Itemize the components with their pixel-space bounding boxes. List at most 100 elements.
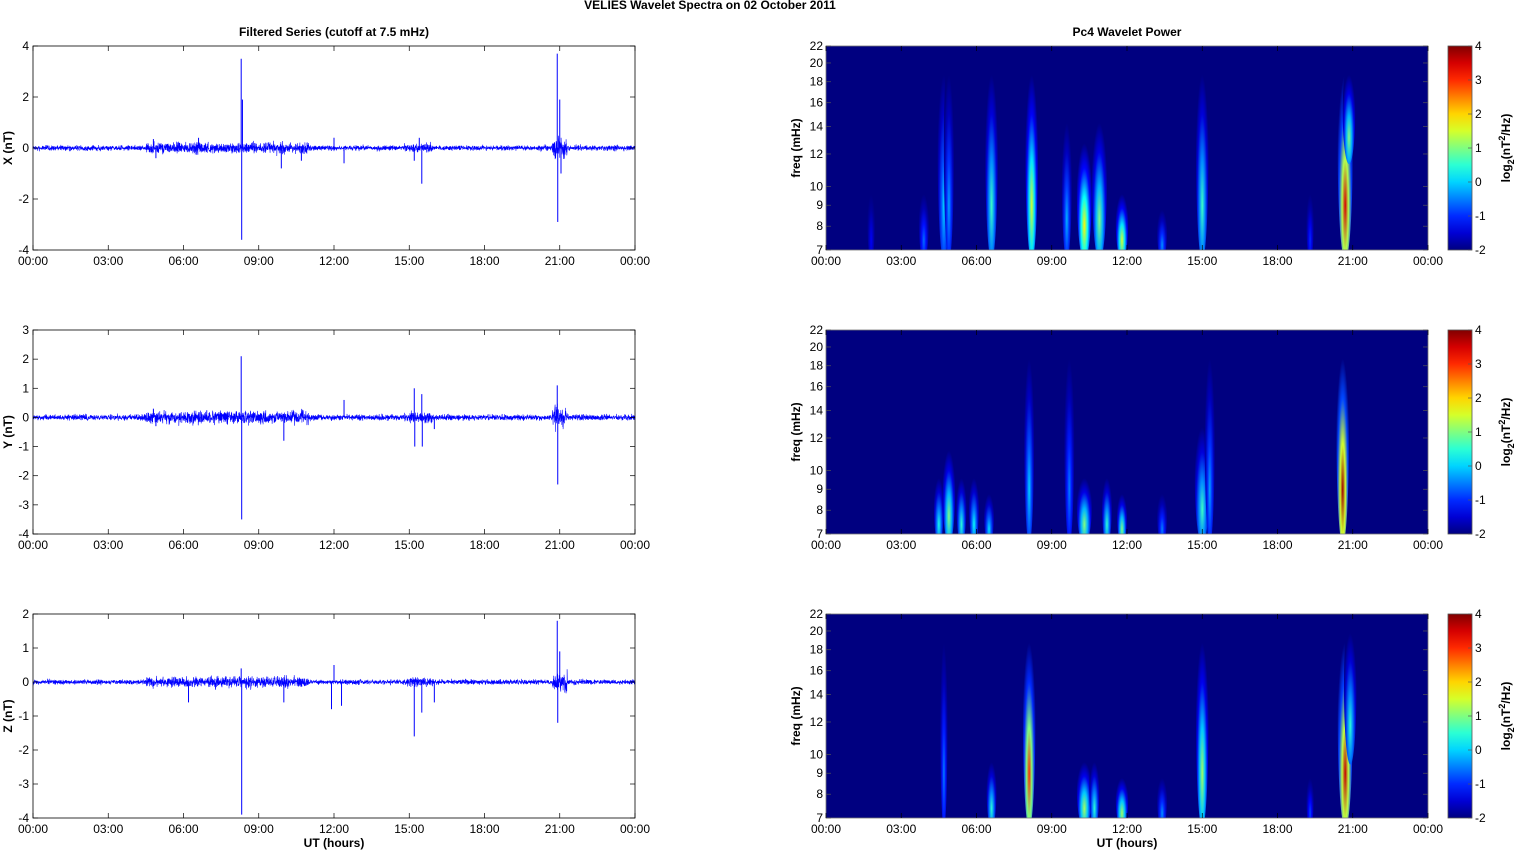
wavelet-streak [1101,466,1112,534]
colorbar-tick-label: -1 [1475,209,1486,223]
freq-tick-label: 16 [810,664,824,678]
wavelet-streak [984,485,995,534]
wavelet-streak [942,433,956,534]
colorbar-tick-label: 0 [1475,743,1482,757]
x-tick-label: 00:00 [811,538,841,552]
x-tick-label: 03:00 [93,538,123,552]
colorbar-label: log2(nT2/Hz) [1497,682,1515,751]
x-tick-label: 06:00 [961,538,991,552]
x-tick-label: 06:00 [168,822,198,836]
freq-tick-label: 18 [810,359,824,373]
colorbar-tick-label: 1 [1475,141,1482,155]
wavelet-streak [1342,58,1356,164]
freq-axis-label: freq (mHz) [789,402,803,461]
freq-tick-label: 12 [810,715,824,729]
wavelet-streak [1195,614,1209,818]
wavelet-streak [1195,46,1209,250]
colorbar-tick-label: -2 [1475,527,1486,541]
colorbar-tick-label: 3 [1475,73,1482,87]
freq-tick-label: 22 [810,607,824,621]
freq-tick-label: 16 [810,96,824,110]
x-tick-label: 03:00 [93,254,123,268]
y-tick-label: 4 [22,39,29,53]
x-tick-label: 18:00 [469,254,499,268]
wavelet-streak [1204,330,1215,534]
colorbar-label: log2(nT2/Hz) [1497,398,1515,467]
y-tick-label: 0 [22,675,29,689]
colorbar-tick-label: -2 [1475,811,1486,825]
wavelet-streak [986,750,997,818]
wavelet-streak [1115,769,1129,818]
freq-tick-label: 14 [810,688,824,702]
colorbar-tick-label: 2 [1475,391,1482,405]
colorbar-tick-label: 4 [1475,607,1482,621]
x-tick-label: 09:00 [1037,822,1067,836]
x-tick-label: 03:00 [886,254,916,268]
x-tick-label: 18:00 [1262,254,1292,268]
x-tick-label: 21:00 [545,538,575,552]
x-tick-label: 12:00 [1112,538,1142,552]
colorbar-label-part: (nT [1499,708,1513,727]
freq-tick-label: 12 [810,147,824,161]
wavelet-streak [956,466,967,534]
colorbar-tick-label: 3 [1475,641,1482,655]
y-tick-label: 0 [22,410,29,424]
freq-axis-label: freq (mHz) [789,686,803,745]
wavelet-streak [1306,182,1314,250]
wavelet-streak [1306,769,1314,818]
figure-title: VELIES Wavelet Spectra on 02 October 201… [584,0,836,12]
freq-tick-label: 14 [810,120,824,134]
wavelet-streak [1024,330,1035,534]
colorbar-tick-label: -1 [1475,777,1486,791]
x-tick-label: 15:00 [394,822,424,836]
wavelet-streak [1157,485,1168,534]
x-tick-label: 12:00 [319,822,349,836]
freq-tick-label: 12 [810,431,824,445]
x-tick-label: 06:00 [168,538,198,552]
y-tick-label: -2 [18,743,29,757]
x-tick-label: 00:00 [620,538,650,552]
wavelet-streak [940,614,948,818]
y-tick-label: -2 [18,192,29,206]
wavelet-streak [1025,46,1038,250]
y-tick-label: 0 [22,141,29,155]
y-tick-label: -3 [18,777,29,791]
colorbar-label-part: /Hz) [1499,114,1513,136]
colorbar-tick-label: 4 [1475,39,1482,53]
x-tick-label: 15:00 [1187,822,1217,836]
wavelet-streak [1157,769,1168,818]
colorbar-label-part: log [1499,732,1513,750]
x-tick-label: 00:00 [811,254,841,268]
wavelet-streak [933,466,944,534]
x-tick-label: 21:00 [1338,822,1368,836]
colorbar-tick-label: 1 [1475,425,1482,439]
x-tick-label: 12:00 [1112,822,1142,836]
wavelet-streak [867,182,875,250]
wavelet-streak [1022,614,1036,818]
x-axis-label-right: UT (hours) [1097,836,1158,850]
y-axis-label: Z (nT) [1,699,15,732]
colorbar-tick-label: 2 [1475,675,1482,689]
freq-tick-label: 10 [810,747,824,761]
x-tick-label: 00:00 [1413,538,1443,552]
y-tick-label: 2 [22,352,29,366]
freq-tick-label: 20 [810,56,824,70]
wavelet-streak [985,46,998,250]
y-tick-label: 2 [22,90,29,104]
x-tick-label: 21:00 [1338,254,1368,268]
colorbar-tick-label: 0 [1475,175,1482,189]
x-tick-label: 03:00 [886,538,916,552]
x-tick-label: 00:00 [18,822,48,836]
x-tick-label: 09:00 [244,822,274,836]
wavelet-streak [1089,750,1100,818]
y-tick-label: -3 [18,498,29,512]
right-column-title: Pc4 Wavelet Power [1073,25,1182,39]
x-tick-label: 15:00 [1187,538,1217,552]
freq-tick-label: 22 [810,39,824,53]
x-tick-label: 18:00 [1262,538,1292,552]
freq-tick-label: 8 [816,787,823,801]
figure: VELIES Wavelet Spectra on 02 October 201… [1,0,1515,850]
colorbar-tick-label: 3 [1475,357,1482,371]
wavelet-streak [943,46,954,250]
y-tick-label: 3 [22,323,29,337]
